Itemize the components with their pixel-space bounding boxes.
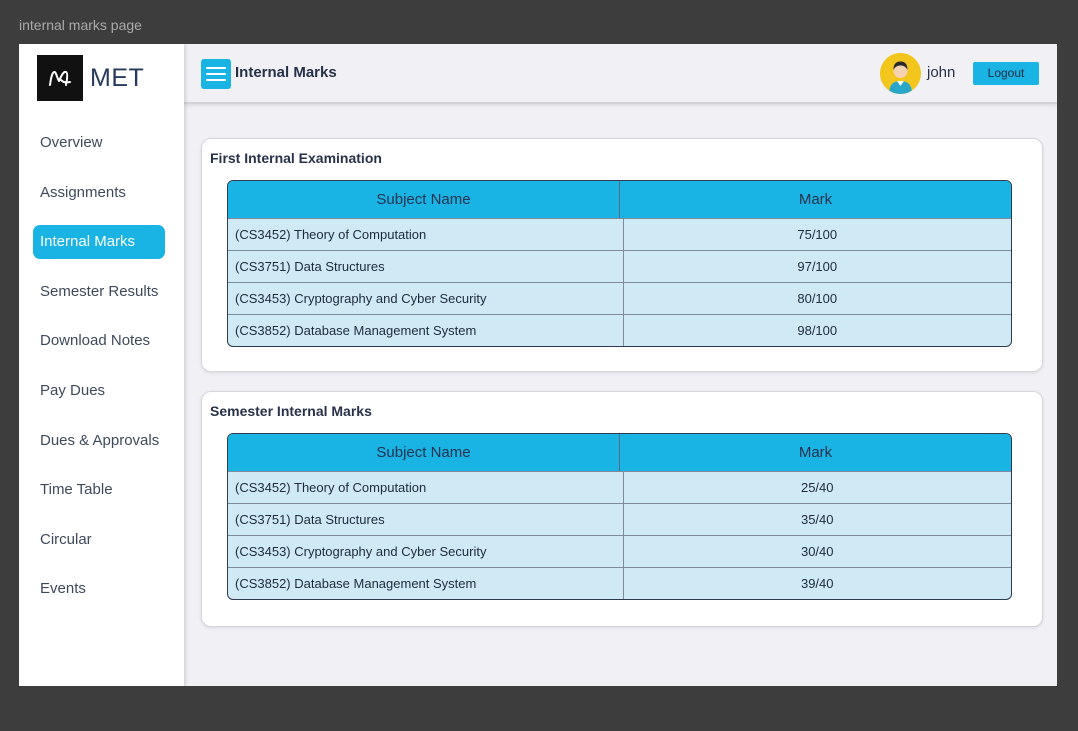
page-title: Internal Marks	[235, 64, 337, 81]
subject-cell: (CS3751) Data Structures	[235, 512, 385, 527]
card-title: First Internal Examination	[210, 150, 382, 166]
user-avatar-icon[interactable]	[880, 53, 921, 94]
column-header-subject: Subject Name	[376, 191, 471, 208]
first-internal-card: First Internal Examination Subject Name …	[201, 138, 1043, 372]
card-title: Semester Internal Marks	[210, 403, 372, 419]
sidebar-item-download-notes[interactable]: Download Notes	[33, 324, 165, 358]
table-row: (CS3453) Cryptography and Cyber Security…	[228, 282, 1011, 314]
mark-cell: 35/40	[622, 504, 1012, 535]
sidebar: MET Overview Assignments Internal Marks …	[19, 44, 184, 686]
semester-internal-card: Semester Internal Marks Subject Name Mar…	[201, 391, 1043, 627]
sidebar-item-semester-results[interactable]: Semester Results	[33, 275, 165, 309]
subject-cell: (CS3453) Cryptography and Cyber Security	[235, 544, 487, 559]
table-header: Subject Name Mark	[228, 181, 1011, 218]
mark-cell: 30/40	[622, 536, 1012, 567]
hamburger-menu-icon[interactable]	[201, 59, 231, 89]
subject-cell: (CS3852) Database Management System	[235, 576, 477, 591]
column-header-subject: Subject Name	[376, 444, 471, 461]
subject-cell: (CS3852) Database Management System	[235, 323, 477, 338]
logout-button[interactable]: Logout	[973, 62, 1039, 85]
mark-cell: 39/40	[622, 568, 1012, 599]
column-header-mark: Mark	[619, 181, 1011, 218]
subject-cell: (CS3452) Theory of Computation	[235, 227, 427, 242]
mark-cell: 25/40	[622, 472, 1012, 503]
sidebar-item-internal-marks[interactable]: Internal Marks	[33, 225, 165, 260]
table-row: (CS3452) Theory of Computation 75/100	[228, 218, 1011, 250]
table-row: (CS3751) Data Structures 97/100	[228, 250, 1011, 282]
top-header: Internal Marks john Logout	[184, 44, 1057, 104]
table-row: (CS3452) Theory of Computation 25/40	[228, 471, 1011, 503]
column-header-mark: Mark	[619, 434, 1011, 471]
subject-cell: (CS3452) Theory of Computation	[235, 480, 427, 495]
sidebar-item-pay-dues[interactable]: Pay Dues	[33, 374, 165, 408]
brand-name: MET	[90, 63, 145, 92]
mark-cell: 98/100	[622, 315, 1012, 346]
mark-cell: 75/100	[622, 219, 1012, 250]
marks-table: Subject Name Mark (CS3452) Theory of Com…	[227, 433, 1012, 600]
username: john	[927, 64, 956, 81]
table-row: (CS3751) Data Structures 35/40	[228, 503, 1011, 535]
table-row: (CS3852) Database Management System 39/4…	[228, 567, 1011, 599]
sidebar-item-assignments[interactable]: Assignments	[33, 176, 165, 210]
sidebar-item-circular[interactable]: Circular	[33, 523, 165, 557]
subject-cell: (CS3751) Data Structures	[235, 259, 385, 274]
table-row: (CS3852) Database Management System 98/1…	[228, 314, 1011, 346]
brand[interactable]: MET	[37, 55, 144, 101]
sidebar-item-time-table[interactable]: Time Table	[33, 473, 165, 507]
subject-cell: (CS3453) Cryptography and Cyber Security	[235, 291, 487, 306]
sidebar-item-overview[interactable]: Overview	[33, 126, 165, 160]
mark-cell: 97/100	[622, 251, 1012, 282]
app-frame: MET Overview Assignments Internal Marks …	[19, 44, 1057, 686]
sidebar-item-dues-approvals[interactable]: Dues & Approvals	[33, 424, 165, 458]
table-row: (CS3453) Cryptography and Cyber Security…	[228, 535, 1011, 567]
marks-table: Subject Name Mark (CS3452) Theory of Com…	[227, 180, 1012, 347]
table-header: Subject Name Mark	[228, 434, 1011, 471]
m-monogram-logo-icon	[37, 55, 83, 101]
canvas-label: internal marks page	[19, 17, 142, 33]
mark-cell: 80/100	[622, 283, 1012, 314]
sidebar-nav: Overview Assignments Internal Marks Seme…	[33, 126, 165, 622]
sidebar-item-events[interactable]: Events	[33, 572, 165, 606]
